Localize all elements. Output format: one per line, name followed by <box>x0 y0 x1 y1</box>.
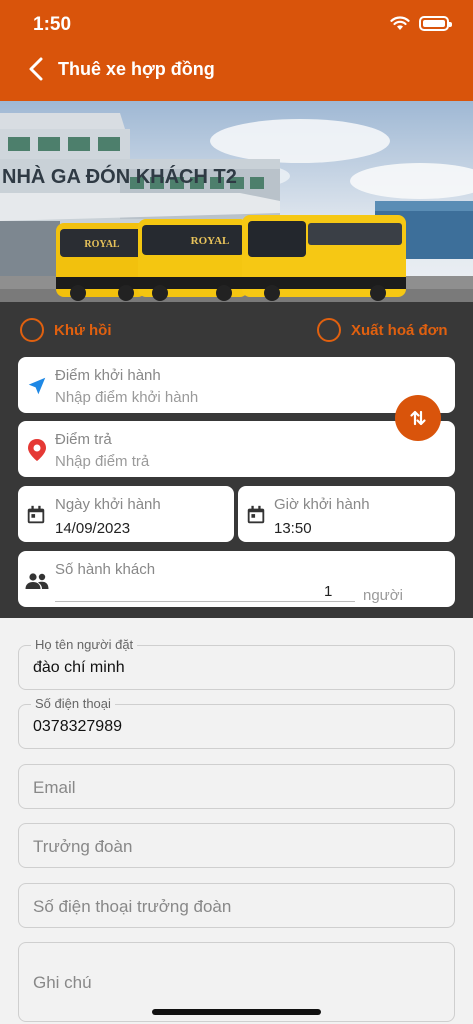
round-trip-option[interactable]: Khứ hồi <box>20 318 112 342</box>
booker-name-input[interactable]: đào chí minh <box>33 659 125 677</box>
invoice-label: Xuất hoá đơn <box>351 321 448 339</box>
departure-date-value: 14/09/2023 <box>55 520 131 537</box>
booker-name-label: Họ tên người đặt <box>31 637 138 652</box>
navigation-icon <box>28 377 46 395</box>
phone-label: Số điện thoại <box>31 696 115 711</box>
passengers-field: Số hành khách 1 người <box>18 551 455 607</box>
bus-right <box>242 215 406 301</box>
phone-field[interactable]: Số điện thoại 0378327989 <box>18 696 455 749</box>
phone-input[interactable]: 0378327989 <box>33 718 122 736</box>
dropoff-field[interactable]: Điểm trả Nhập điểm trả <box>18 421 455 477</box>
bus-brand-middle: ROYAL <box>191 235 230 247</box>
email-field[interactable]: Email <box>18 764 455 809</box>
booker-name-field[interactable]: Họ tên người đặt đào chí minh <box>18 637 455 690</box>
passengers-underline <box>55 601 355 602</box>
location-pin-icon <box>28 439 46 461</box>
group-leader-phone-input[interactable]: Số điện thoại trưởng đoàn <box>33 897 231 917</box>
departure-time-field[interactable]: Giờ khởi hành 13:50 <box>238 486 455 542</box>
departure-time-label: Giờ khởi hành <box>274 496 370 513</box>
departure-input[interactable]: Nhập điểm khởi hành <box>55 389 198 406</box>
dropoff-label: Điểm trả <box>55 431 112 448</box>
invoice-radio[interactable] <box>317 318 341 342</box>
group-leader-field[interactable]: Trưởng đoàn <box>18 823 455 868</box>
round-trip-label: Khứ hồi <box>54 321 112 339</box>
status-time: 1:50 <box>33 14 72 35</box>
wifi-icon <box>390 16 410 30</box>
home-indicator <box>152 1009 321 1015</box>
banner-image: NHÀ GA ĐÓN KHÁCH T2 ROYAL ROYAL <box>0 101 473 302</box>
passengers-label: Số hành khách <box>55 561 156 578</box>
departure-field[interactable]: Điểm khởi hành Nhập điểm khởi hành <box>18 357 455 413</box>
departure-time-value: 13:50 <box>274 520 312 537</box>
swap-icon <box>410 410 426 426</box>
terminal-sign: NHÀ GA ĐÓN KHÁCH T2 <box>2 164 237 188</box>
email-input[interactable]: Email <box>33 778 76 798</box>
round-trip-radio[interactable] <box>20 318 44 342</box>
passengers-input[interactable]: 1 <box>324 583 332 600</box>
group-icon <box>25 573 49 589</box>
app-header: 1:50 Thuê xe hợp đồng <box>0 0 473 101</box>
group-leader-input[interactable]: Trưởng đoàn <box>33 837 132 857</box>
calendar-icon <box>247 505 265 524</box>
calendar-icon <box>27 505 45 524</box>
status-icons <box>390 16 452 31</box>
departure-date-label: Ngày khởi hành <box>55 496 161 513</box>
bus-brand-left: ROYAL <box>84 239 120 250</box>
swap-locations-button[interactable] <box>395 395 441 441</box>
dropoff-input[interactable]: Nhập điểm trả <box>55 453 149 470</box>
back-button[interactable] <box>24 56 50 82</box>
invoice-option[interactable]: Xuất hoá đơn <box>317 318 448 342</box>
bus-left: ROYAL <box>56 223 146 301</box>
bus-middle: ROYAL <box>138 219 248 301</box>
battery-icon <box>419 16 452 31</box>
page-title: Thuê xe hợp đồng <box>58 59 215 79</box>
departure-label: Điểm khởi hành <box>55 367 161 384</box>
passengers-unit: người <box>363 587 403 604</box>
departure-date-field[interactable]: Ngày khởi hành 14/09/2023 <box>18 486 234 542</box>
note-input[interactable]: Ghi chú <box>33 973 92 993</box>
group-leader-phone-field[interactable]: Số điện thoại trưởng đoàn <box>18 883 455 928</box>
